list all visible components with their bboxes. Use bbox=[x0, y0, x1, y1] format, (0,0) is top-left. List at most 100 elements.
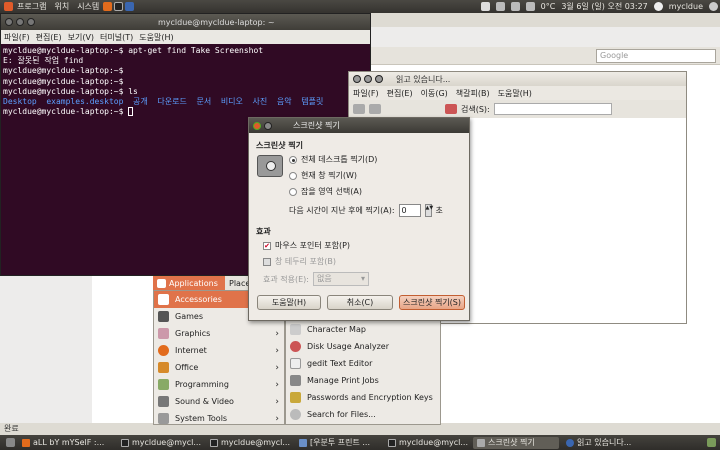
close-icon[interactable] bbox=[353, 75, 361, 83]
option-full-desktop[interactable]: 전체 데스크톱 찍기(D) bbox=[289, 154, 377, 165]
search-input[interactable] bbox=[493, 103, 612, 115]
menu-item-system-tools[interactable]: System Tools › bbox=[154, 410, 284, 427]
search-label: 검색(S): bbox=[461, 104, 490, 114]
menu-applications[interactable]: 프로그램 bbox=[13, 1, 50, 12]
option-include-pointer[interactable]: ✔ 마우스 포인터 포함(P) bbox=[263, 240, 350, 251]
take-screenshot-button[interactable]: 스크린샷 찍기(S) bbox=[399, 295, 465, 310]
document-icon bbox=[299, 438, 307, 447]
menu-item-graphics[interactable]: Graphics › bbox=[154, 325, 284, 342]
menu-item-sound-video[interactable]: Sound & Video › bbox=[154, 393, 284, 410]
submenu-item[interactable]: gedit Text Editor bbox=[286, 355, 440, 372]
radio-current-window[interactable] bbox=[289, 171, 297, 180]
radio-full-desktop[interactable] bbox=[289, 155, 297, 164]
menu-bookmarks[interactable]: 책갈피(B) bbox=[452, 88, 494, 99]
menu-places[interactable]: 위치 bbox=[50, 1, 73, 12]
ls-output: Desktop examples.desktop 공개 다운로드 문서 비디오 … bbox=[3, 97, 324, 107]
help-button[interactable]: 도움말(H) bbox=[257, 295, 321, 310]
menu-help[interactable]: 도움말(H) bbox=[136, 32, 176, 43]
task-item[interactable]: [우분투 프린트 ... bbox=[295, 437, 381, 449]
power-icon[interactable] bbox=[709, 2, 718, 11]
menu-go[interactable]: 이동(G) bbox=[417, 88, 452, 99]
menu-item-office[interactable]: Office › bbox=[154, 359, 284, 376]
key-icon bbox=[290, 392, 301, 403]
item-label: Sound & Video bbox=[175, 397, 234, 406]
back-icon[interactable] bbox=[353, 104, 365, 114]
menu-file[interactable]: 파일(F) bbox=[1, 32, 33, 43]
menu-view[interactable]: 보기(V) bbox=[65, 32, 97, 43]
camera-icon bbox=[477, 438, 485, 447]
task-item[interactable]: mycldue@mycl... bbox=[206, 437, 292, 449]
mail-icon[interactable] bbox=[495, 2, 505, 11]
top-panel: 프로그램 위치 시스템 0°C 3월 6일 (일) 오전 03:27 mycld… bbox=[0, 0, 720, 13]
terminal-output[interactable]: mycldue@mycldue-laptop:~$ apt-get find T… bbox=[1, 44, 370, 119]
reading-titlebar[interactable]: 읽고 있습니다... bbox=[349, 72, 686, 86]
item-label: gedit Text Editor bbox=[307, 359, 373, 368]
option-select-area[interactable]: 잡을 영역 선택(A) bbox=[289, 186, 362, 197]
help-icon bbox=[566, 438, 574, 447]
submenu-item[interactable]: Passwords and Encryption Keys bbox=[286, 389, 440, 406]
menu-edit[interactable]: 편집(E) bbox=[383, 88, 417, 99]
help-launcher-icon[interactable] bbox=[125, 2, 135, 11]
cancel-button[interactable]: 취소(C) bbox=[327, 295, 393, 310]
close-icon[interactable] bbox=[253, 121, 261, 130]
submenu-item[interactable]: Character Map bbox=[286, 321, 440, 338]
submenu-item[interactable]: Disk Usage Analyzer bbox=[286, 338, 440, 355]
clock[interactable]: 3월 6일 (일) 오전 03:27 bbox=[561, 1, 647, 12]
gedit-icon bbox=[290, 358, 301, 369]
checkbox-include-pointer[interactable]: ✔ bbox=[263, 241, 271, 250]
terminal-launcher-icon[interactable] bbox=[114, 2, 124, 11]
radio-select-area[interactable] bbox=[289, 187, 297, 196]
accessories-submenu: Character Map Disk Usage Analyzer gedit … bbox=[285, 320, 441, 425]
network-icon[interactable] bbox=[510, 2, 520, 11]
internet-icon bbox=[158, 345, 169, 356]
submenu-item[interactable]: Search for Files... bbox=[286, 406, 440, 423]
task-item[interactable]: 읽고 있습니다... bbox=[562, 437, 648, 449]
option-label: 현재 창 찍기(W) bbox=[301, 171, 358, 180]
task-item[interactable]: 스크린샷 찍기 bbox=[473, 436, 559, 449]
spinner-arrows-icon[interactable]: ▲▼ bbox=[424, 204, 433, 217]
effect-value: 없음 bbox=[316, 274, 332, 283]
menu-tab-applications[interactable]: Applications bbox=[153, 276, 225, 290]
firefox-icon bbox=[22, 438, 30, 447]
item-label: Games bbox=[175, 312, 203, 321]
forward-icon[interactable] bbox=[369, 104, 381, 114]
menu-terminal[interactable]: 터미널(T) bbox=[97, 32, 136, 43]
user-name[interactable]: mycldue bbox=[669, 2, 703, 11]
maximize-icon[interactable] bbox=[27, 18, 35, 26]
weather-temp[interactable]: 0°C bbox=[541, 2, 556, 11]
home-icon[interactable] bbox=[445, 104, 457, 114]
butterfly-icon[interactable] bbox=[480, 2, 490, 11]
close-icon[interactable] bbox=[5, 18, 13, 26]
workspace-switcher-icon[interactable] bbox=[707, 438, 716, 447]
dialog-titlebar[interactable]: 스크린샷 찍기 bbox=[249, 118, 469, 133]
google-search-input[interactable]: Google bbox=[596, 49, 716, 63]
delay-spinner[interactable]: 0 bbox=[398, 204, 421, 217]
bottom-panel: aLL bY mYSelF :... mycldue@mycl... mycld… bbox=[0, 435, 720, 450]
task-item[interactable]: mycldue@mycl... bbox=[384, 437, 470, 449]
minimize-icon[interactable] bbox=[364, 75, 372, 83]
submenu-item[interactable]: Manage Print Jobs bbox=[286, 372, 440, 389]
terminal-titlebar[interactable]: mycldue@mycldue-laptop: ~ bbox=[1, 14, 370, 30]
maximize-icon[interactable] bbox=[375, 75, 383, 83]
show-desktop-icon[interactable] bbox=[6, 438, 15, 447]
task-item[interactable]: mycldue@mycl... bbox=[117, 437, 203, 449]
ubuntu-logo-icon bbox=[4, 2, 13, 11]
task-item[interactable]: aLL bY mYSelF :... bbox=[18, 437, 114, 449]
menu-edit[interactable]: 편집(E) bbox=[33, 32, 65, 43]
minimize-icon[interactable] bbox=[16, 18, 24, 26]
chevron-right-icon: › bbox=[275, 413, 279, 424]
option-label: 잡을 영역 선택(A) bbox=[301, 187, 362, 196]
volume-icon[interactable] bbox=[525, 2, 535, 11]
effect-row: 효과 적용(E): 없음 ▾ bbox=[263, 272, 369, 286]
task-label: mycldue@mycl... bbox=[221, 438, 290, 447]
minimize-icon[interactable] bbox=[264, 121, 272, 130]
menu-item-internet[interactable]: Internet › bbox=[154, 342, 284, 359]
menu-item-programming[interactable]: Programming › bbox=[154, 376, 284, 393]
search-icon bbox=[290, 409, 301, 420]
menu-file[interactable]: 파일(F) bbox=[349, 88, 383, 99]
menu-system[interactable]: 시스템 bbox=[73, 1, 103, 12]
option-current-window[interactable]: 현재 창 찍기(W) bbox=[289, 170, 357, 181]
firefox-launcher-icon[interactable] bbox=[103, 2, 113, 11]
menu-help[interactable]: 도움말(H) bbox=[494, 88, 536, 99]
chevron-right-icon: › bbox=[275, 328, 279, 339]
